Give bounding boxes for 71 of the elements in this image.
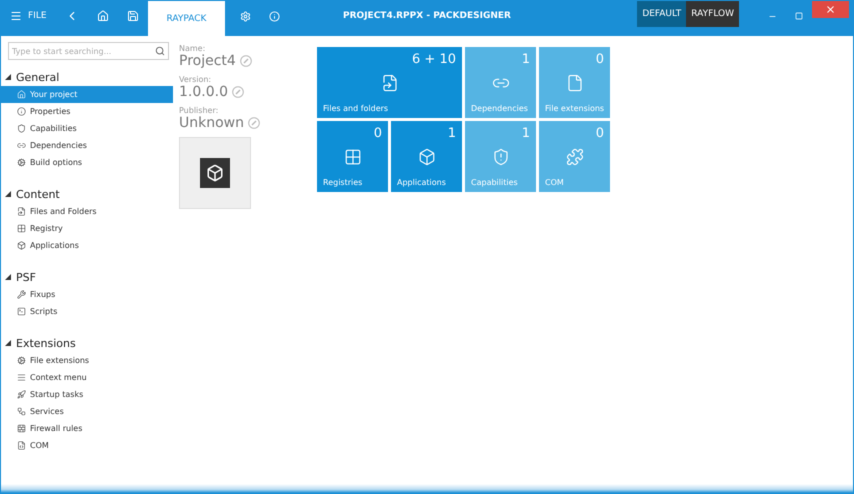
ribbon-tab[interactable]: RAYPACK (148, 1, 226, 36)
edit-button[interactable] (232, 86, 244, 98)
sidebar-item[interactable]: Fixups (1, 286, 173, 303)
home-icon (17, 90, 26, 99)
sidebar-item[interactable]: Your project (1, 86, 173, 103)
terminal-icon (17, 307, 26, 316)
file-icon (17, 207, 26, 216)
shield-icon (492, 148, 510, 166)
sidebar-item[interactable]: COM (1, 437, 173, 454)
mode-button[interactable]: RAYFLOW (686, 1, 739, 27)
file-menu[interactable]: FILE (1, 1, 56, 31)
menu-icon (10, 10, 22, 22)
grid-icon (344, 148, 362, 166)
wrench-icon (17, 290, 26, 299)
menu-icon (17, 373, 26, 382)
puzzle-icon (566, 148, 584, 166)
sidebar-item[interactable]: Scripts (1, 303, 173, 320)
dashboard-tile[interactable]: 0 Registries (317, 121, 388, 192)
gear-icon (17, 356, 26, 365)
section-title: General (16, 70, 60, 84)
dashboard-tile[interactable]: 1 Applications (391, 121, 462, 192)
info-icon (269, 10, 280, 22)
home-icon (96, 10, 109, 22)
close-button[interactable] (812, 1, 849, 18)
edit-button[interactable] (248, 117, 260, 129)
gear-icon (17, 158, 26, 167)
sidebar-item[interactable]: Context menu (1, 369, 173, 386)
field-value: Unknown (179, 115, 244, 131)
sidebar-item[interactable]: Files and Folders (1, 203, 173, 220)
rocket-icon (17, 390, 26, 399)
sidebar-item[interactable]: Registry (1, 220, 173, 237)
file-icon (566, 74, 584, 92)
window-title: PROJECT4.RPPX - PACKDESIGNER (343, 10, 511, 23)
sidebar-item[interactable]: Firewall rules (1, 420, 173, 437)
code-file-icon (17, 441, 26, 450)
settings-icon (240, 10, 252, 22)
mode-button[interactable]: DEFAULT (637, 1, 686, 27)
section-title: PSF (16, 270, 36, 284)
workflow-icon (17, 407, 26, 416)
sidebar-item[interactable]: Properties (1, 103, 173, 120)
grid-icon (17, 224, 26, 233)
save-icon (126, 10, 139, 22)
field-label: Name: (179, 44, 206, 53)
sidebar-item[interactable]: Dependencies (1, 137, 173, 154)
cube-icon (17, 241, 26, 250)
sidebar-item[interactable]: Services (1, 403, 173, 420)
link-icon (17, 141, 26, 150)
info-icon (17, 107, 26, 116)
sidebar-item[interactable]: Startup tasks (1, 386, 173, 403)
sidebar-item[interactable]: File extensions (1, 352, 173, 369)
section-title: Content (16, 188, 60, 200)
shield-icon (17, 124, 26, 133)
sidebar-item[interactable]: Build options (1, 154, 173, 171)
close-icon (825, 4, 836, 15)
field-label: Version: (179, 75, 212, 84)
cube-icon (418, 148, 436, 166)
cube-icon (206, 164, 224, 182)
search-field[interactable]: Type to start searching... (8, 42, 169, 60)
edit-button[interactable] (240, 55, 252, 67)
dashboard-tile[interactable]: 6 + 10 Files and folders (317, 47, 462, 118)
search-icon (155, 46, 165, 56)
logo-placeholder[interactable] (179, 137, 251, 209)
field-label: Publisher: (179, 106, 220, 115)
field-value: Project4 (179, 53, 236, 69)
sidebar-item[interactable]: Applications (1, 237, 173, 254)
field-value: 1.0.0.0 (179, 84, 228, 100)
wall-icon (17, 424, 26, 433)
maximize-icon (795, 12, 803, 20)
section-title: Extensions (16, 336, 76, 350)
file-icon (380, 74, 398, 92)
sidebar-item[interactable]: Capabilities (1, 120, 173, 137)
